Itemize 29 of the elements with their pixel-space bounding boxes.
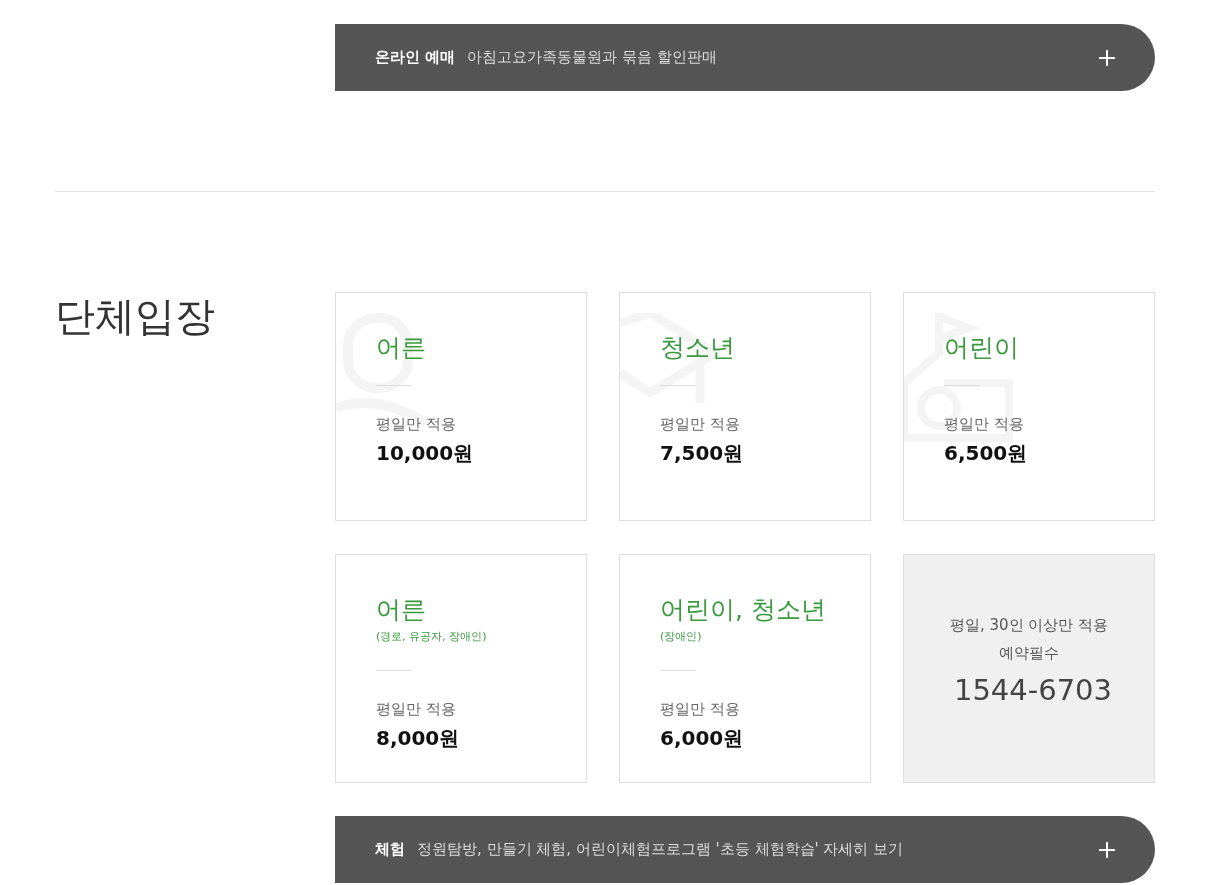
card-note: 평일만 적용: [376, 699, 456, 719]
banner-label: 온라인 예매: [375, 48, 456, 67]
card-title: 어른: [376, 594, 426, 626]
price-text: 6,000원: [660, 725, 744, 752]
card-note: 평일만 적용: [376, 414, 456, 434]
plus-icon[interactable]: [1099, 49, 1115, 66]
banner-bar[interactable]: 체험 정원탐방, 만들기 체험, 어린이체험프로그램 '초등 체험학습' 자세히 보기: [335, 816, 1155, 883]
banner-bar[interactable]: 온라인 예매 아침고요가족동물원과 묶음 할인판매: [335, 24, 1155, 91]
card-note: 평일만 적용: [660, 414, 740, 434]
price-text: 8,000원: [376, 725, 460, 752]
price-text: 10,000원: [376, 440, 474, 467]
phone-number: 1544-6703: [953, 673, 1113, 707]
banner-text: 아침고요가족동물원과 묶음 할인판매: [467, 48, 718, 67]
section-title: 단체입장: [55, 292, 215, 341]
price-text: 7,500원: [660, 440, 744, 467]
card-title: 어린이: [944, 332, 1019, 364]
card-title: 청소년: [660, 332, 735, 364]
banner-label: 체험: [375, 840, 405, 859]
info-text: 평일, 30인 이상만 적용: [949, 615, 1109, 636]
card-note: 평일만 적용: [944, 414, 1024, 434]
card-note: 평일만 적용: [660, 699, 740, 719]
price-text: 6,500원: [944, 440, 1028, 467]
info-text: 예약필수: [999, 643, 1059, 664]
card-subtitle: (경로, 유공자, 장애인): [376, 629, 487, 644]
banner-text: 정원탐방, 만들기 체험, 어린이체험프로그램 '초등 체험학습' 자세히 보기: [417, 840, 905, 859]
card-title: 어른: [376, 332, 426, 364]
card-subtitle: (장애인): [660, 629, 702, 644]
card-title: 어린이, 청소년: [660, 594, 826, 626]
plus-icon[interactable]: [1099, 841, 1115, 858]
